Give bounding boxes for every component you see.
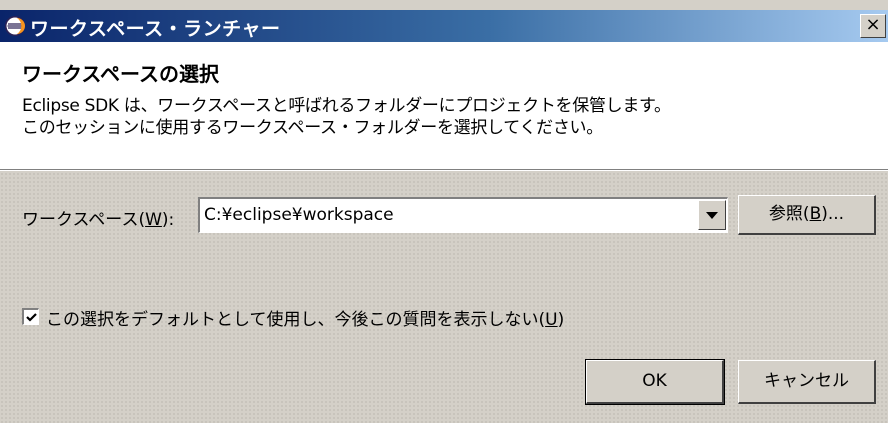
close-icon: × [865,14,881,35]
browse-button[interactable]: 参照(B)... [738,195,876,235]
cancel-button[interactable]: キャンセル [738,360,876,404]
browse-label-prefix: 参照( [768,204,810,224]
close-button[interactable]: × [860,14,886,38]
title-bar[interactable]: ワークスペース・ランチャー × [0,10,888,42]
checkmark-icon [26,313,37,322]
workspace-path-input[interactable]: C:¥eclipse¥workspace [204,205,394,225]
eclipse-icon [4,15,26,37]
chevron-down-icon [706,212,718,219]
dialog-header: ワークスペースの選択 Eclipse SDK は、ワークスペースと呼ばれるフォル… [0,42,888,170]
workspace-launcher-dialog: ワークスペース・ランチャー × ワークスペースの選択 Eclipse SDK は… [0,0,888,423]
description-line-2: このセッションに使用するワークスペース・フォルダーを選択してください。 [22,118,603,138]
browse-label-suffix: )... [821,204,845,224]
header-title: ワークスペースの選択 [22,62,219,86]
checkbox-label-prefix: この選択をデフォルトとして使用し、今後この質問を表示しない( [46,310,546,330]
checkbox-label-suffix: ) [557,310,565,330]
default-workspace-checkbox[interactable] [22,308,39,325]
window-title: ワークスペース・ランチャー [30,18,281,40]
workspace-label-suffix: ): [161,210,175,230]
default-workspace-label: この選択をデフォルトとして使用し、今後この質問を表示しない(U) [46,305,564,330]
workspace-label-mnemonic: W [145,210,162,230]
ok-button[interactable]: OK [585,359,725,405]
browse-label-mnemonic: B [809,204,822,224]
header-description: Eclipse SDK は、ワークスペースと呼ばれるフォルダーにプロジェクトを保… [22,95,671,139]
description-line-1: Eclipse SDK は、ワークスペースと呼ばれるフォルダーにプロジェクトを保… [22,96,671,116]
header-separator [0,170,888,171]
workspace-label: ワークスペース(W): [22,205,174,230]
workspace-dropdown-button[interactable] [698,200,726,230]
workspace-combo[interactable]: C:¥eclipse¥workspace [198,197,728,233]
workspace-label-prefix: ワークスペース( [22,210,146,230]
checkbox-label-mnemonic: U [545,310,558,330]
